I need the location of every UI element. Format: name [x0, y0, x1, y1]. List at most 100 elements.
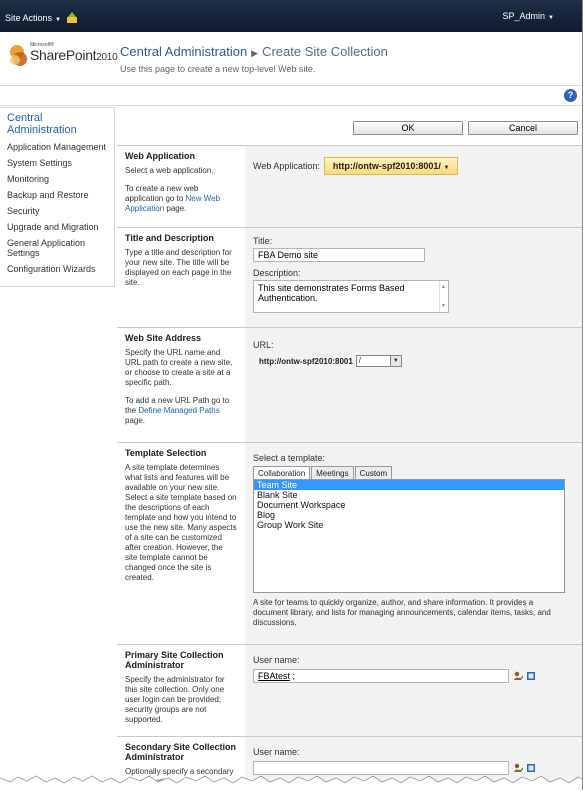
browse-address-book-icon[interactable] — [526, 671, 536, 681]
user-name-label: User name: — [253, 747, 300, 757]
cancel-button[interactable]: Cancel — [468, 121, 578, 135]
url-path-select[interactable]: / ▼ — [355, 355, 402, 367]
section-description: Web Site Address Specify the URL name an… — [117, 328, 245, 442]
list-item[interactable]: Document Workspace — [254, 500, 564, 510]
url-base: http://ontw-spf2010:8001 — [259, 356, 353, 366]
description-label: Description: — [253, 268, 301, 278]
section-title: Primary Site Collection Administrator — [125, 650, 224, 670]
logo-sharepoint-text: SharePoint2010 — [30, 47, 118, 63]
people-picker-input[interactable]: FBAtest ; — [253, 669, 509, 683]
tab-collaboration[interactable]: Collaboration — [253, 466, 311, 479]
url-label: URL: — [253, 340, 274, 350]
template-tabs: Collaboration Meetings Custom — [253, 466, 577, 479]
nav-item-configuration-wizards[interactable]: Configuration Wizards — [7, 264, 114, 274]
url-path-value: / — [358, 356, 362, 365]
user-menu[interactable]: SP_Admin ▼ — [503, 11, 554, 21]
section-title: Secondary Site Collection Administrator — [125, 742, 237, 762]
section-text: A site template determines what lists an… — [125, 463, 237, 582]
section-template-selection: Template Selection A site template deter… — [117, 442, 582, 644]
quick-launch: Central Administration Application Manag… — [0, 107, 115, 787]
template-description: A site for teams to quickly organize, au… — [253, 598, 551, 627]
scrollbar[interactable]: ▲ ▼ — [439, 281, 448, 312]
section-title-description: Title and Description Type a title and d… — [117, 227, 582, 327]
resolved-user[interactable]: FBAtest — [258, 671, 290, 681]
help-icon[interactable]: ? — [564, 89, 577, 102]
page-frame: Site Actions ▼ SP_Admin ▼ Microsoft® Share… — [0, 0, 583, 790]
section-text: Specify the URL name and URL path to cre… — [125, 348, 233, 387]
section-text-part: page. — [164, 204, 187, 213]
section-description: Primary Site Collection Administrator Sp… — [117, 645, 245, 736]
quick-launch-heading[interactable]: Central Administration — [7, 112, 114, 136]
logo-product: SharePoint — [30, 47, 97, 63]
title-input[interactable]: FBA Demo site — [253, 248, 425, 262]
breadcrumb-arrow-icon: ▶ — [251, 48, 259, 58]
user-name: SP_Admin — [502, 11, 546, 21]
section-text: To create a new web application go to Ne… — [125, 184, 237, 214]
list-item[interactable]: Team Site — [254, 480, 564, 490]
tab-custom[interactable]: Custom — [354, 466, 393, 479]
user-name-label: User name: — [253, 655, 300, 665]
site-actions-label: Site Actions — [5, 13, 53, 23]
nav-item-application-management[interactable]: Application Management — [7, 142, 114, 152]
title-label: Title: — [253, 236, 273, 246]
description-input[interactable]: This site demonstrates Forms Based Authe… — [253, 280, 449, 313]
chevron-down-icon: ▼ — [389, 356, 401, 366]
section-title: Web Application — [125, 151, 196, 161]
section-text: Specify the administrator for this site … — [125, 675, 225, 724]
sharepoint-logo-icon — [10, 45, 27, 66]
section-description: Title and Description Type a title and d… — [117, 228, 245, 327]
template-list[interactable]: Team Site Blank Site Document Workspace … — [253, 479, 565, 593]
main-form: OK Cancel Web Application Select a web a… — [117, 107, 582, 790]
chevron-down-icon: ▼ — [55, 17, 61, 23]
define-managed-paths-link[interactable]: Define Managed Paths — [138, 406, 219, 415]
section-fields: Select a template: Collaboration Meeting… — [245, 443, 582, 644]
tab-meetings[interactable]: Meetings — [311, 466, 354, 479]
section-web-application: Web Application Select a web application… — [117, 145, 582, 227]
nav-item-system-settings[interactable]: System Settings — [7, 158, 114, 168]
section-title: Title and Description — [125, 233, 214, 243]
logo-year: 2010 — [96, 52, 118, 63]
section-primary-admin: Primary Site Collection Administrator Sp… — [117, 644, 582, 736]
quick-launch-box: Central Administration Application Manag… — [0, 107, 115, 287]
list-item[interactable]: Blank Site — [254, 490, 564, 500]
section-title: Web Site Address — [125, 333, 202, 343]
section-fields: Title: FBA Demo site Description: This s… — [245, 228, 582, 327]
scroll-up-icon[interactable]: ▲ — [441, 282, 446, 292]
section-description: Template Selection A site template deter… — [117, 443, 245, 644]
section-text: To add a new URL Path go to the Define M… — [125, 396, 237, 426]
chevron-down-icon: ▼ — [548, 15, 554, 21]
title-area: Microsoft® SharePoint2010 Central Admini… — [0, 32, 582, 86]
description-value: This site demonstrates Forms Based Authe… — [258, 283, 405, 303]
help-bar: ? — [0, 86, 582, 106]
torn-edge-decoration — [0, 775, 582, 790]
nav-item-upgrade-migration[interactable]: Upgrade and Migration — [7, 222, 114, 232]
check-names-icon[interactable] — [513, 671, 523, 681]
web-application-label: Web Application: — [253, 161, 320, 171]
people-picker-row: FBAtest ; — [253, 669, 577, 683]
scroll-down-icon[interactable]: ▼ — [441, 301, 446, 311]
list-item[interactable]: Blog — [254, 510, 564, 520]
page-description: Use this page to create a new top-level … — [120, 64, 316, 74]
breadcrumb: Central Administration ▶ Create Site Colle… — [120, 44, 388, 59]
ok-button[interactable]: OK — [353, 121, 463, 135]
nav-item-general-settings[interactable]: General Application Settings — [7, 238, 114, 258]
user-separator: ; — [290, 671, 296, 681]
section-text: Type a title and description for your ne… — [125, 248, 232, 287]
ribbon-bar: Site Actions ▼ SP_Admin ▼ — [0, 0, 582, 32]
web-application-row: Web Application: http://ontw-spf2010:800… — [253, 157, 577, 175]
nav-item-security[interactable]: Security — [7, 206, 114, 216]
section-fields: URL: http://ontw-spf2010:8001 /▼ — [245, 328, 582, 442]
page-title: Create Site Collection — [262, 44, 388, 59]
navigate-up-icon[interactable] — [66, 12, 78, 24]
chevron-down-icon: ▼ — [443, 165, 450, 171]
section-fields: User name: FBAtest ; — [245, 645, 582, 736]
nav-item-monitoring[interactable]: Monitoring — [7, 174, 114, 184]
breadcrumb-root[interactable]: Central Administration — [120, 44, 247, 59]
site-actions-menu[interactable]: Site Actions ▼ — [5, 13, 61, 23]
list-item[interactable]: Group Work Site — [254, 520, 564, 530]
section-text-part: page. — [125, 416, 146, 425]
web-application-selector[interactable]: http://ontw-spf2010:8001/ ▼ — [323, 157, 459, 175]
nav-item-backup-restore[interactable]: Backup and Restore — [7, 190, 114, 200]
sharepoint-logo[interactable]: Microsoft® SharePoint2010 — [8, 42, 118, 72]
template-label: Select a template: — [253, 453, 326, 463]
